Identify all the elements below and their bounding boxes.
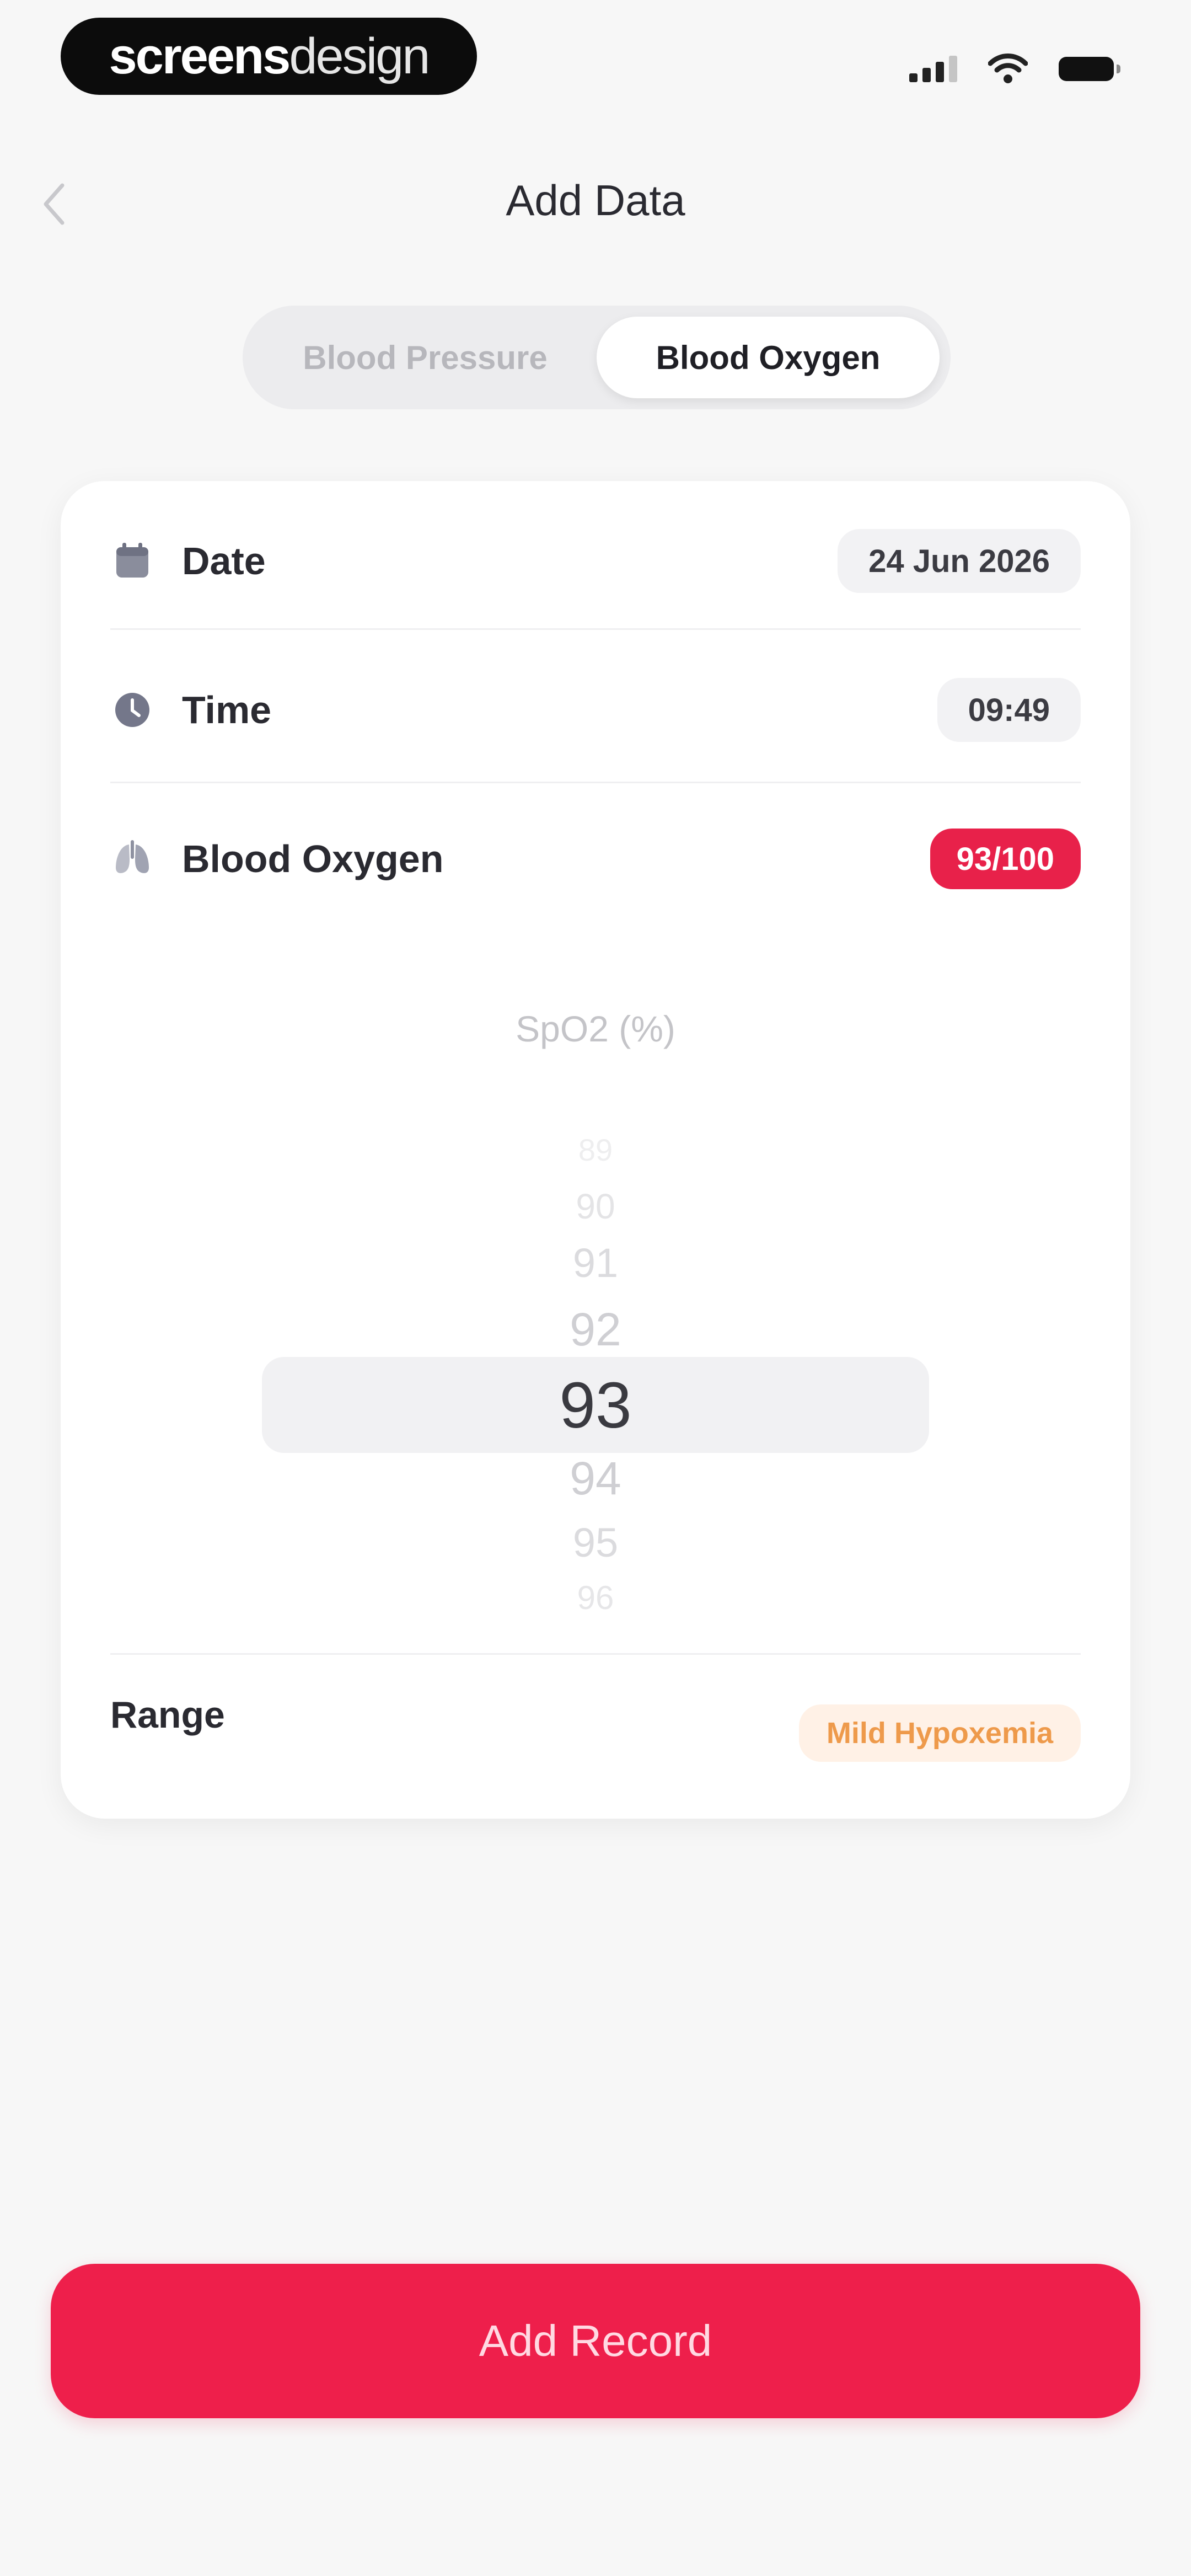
cellular-signal-icon bbox=[909, 56, 957, 82]
record-form-card: Date 24 Jun 2026 Time 09:49 Blood Oxygen… bbox=[61, 481, 1130, 1819]
picker-item[interactable]: 90 bbox=[61, 1186, 1130, 1227]
blood-oxygen-row: Blood Oxygen 93/100 bbox=[110, 817, 1081, 900]
blood-oxygen-value-badge: 93/100 bbox=[930, 829, 1081, 889]
wifi-icon bbox=[988, 54, 1028, 83]
picker-item[interactable]: 91 bbox=[61, 1239, 1130, 1286]
brand-logo: screens design bbox=[61, 18, 477, 95]
clock-icon bbox=[110, 688, 154, 732]
picker-item[interactable]: 96 bbox=[61, 1579, 1130, 1617]
range-status-badge: Mild Hypoxemia bbox=[798, 1704, 1081, 1762]
picker-item[interactable]: 95 bbox=[61, 1519, 1130, 1566]
brand-logo-light: design bbox=[289, 28, 430, 84]
status-icons bbox=[909, 50, 1120, 88]
spo2-picker-label: SpO2 (%) bbox=[516, 1008, 675, 1049]
picker-item[interactable]: 92 bbox=[61, 1303, 1130, 1356]
picker-item-selected[interactable]: 93 bbox=[61, 1368, 1130, 1443]
lungs-icon bbox=[110, 837, 154, 881]
battery-icon bbox=[1059, 57, 1120, 81]
time-row: Time 09:49 bbox=[110, 669, 1081, 751]
tab-blood-pressure[interactable]: Blood Pressure bbox=[254, 317, 597, 398]
range-label: Range bbox=[110, 1694, 225, 1736]
picker-item[interactable]: 94 bbox=[61, 1452, 1130, 1505]
measurement-type-tabs: Blood Pressure Blood Oxygen bbox=[243, 306, 951, 409]
brand-logo-bold: screens bbox=[109, 28, 291, 84]
blood-oxygen-label: Blood Oxygen bbox=[182, 837, 444, 880]
tab-blood-oxygen[interactable]: Blood Oxygen bbox=[597, 317, 940, 398]
picker-item[interactable]: 89 bbox=[61, 1132, 1130, 1168]
add-record-button[interactable]: Add Record bbox=[51, 2264, 1140, 2418]
page-title: Add Data bbox=[506, 176, 685, 225]
divider bbox=[110, 628, 1081, 630]
date-label: Date bbox=[182, 539, 266, 582]
date-row: Date 24 Jun 2026 bbox=[110, 520, 1081, 602]
time-label: Time bbox=[182, 688, 272, 731]
time-value[interactable]: 09:49 bbox=[937, 678, 1081, 742]
divider bbox=[110, 1653, 1081, 1655]
calendar-icon bbox=[110, 539, 154, 583]
divider bbox=[110, 782, 1081, 783]
date-value[interactable]: 24 Jun 2026 bbox=[838, 529, 1081, 593]
